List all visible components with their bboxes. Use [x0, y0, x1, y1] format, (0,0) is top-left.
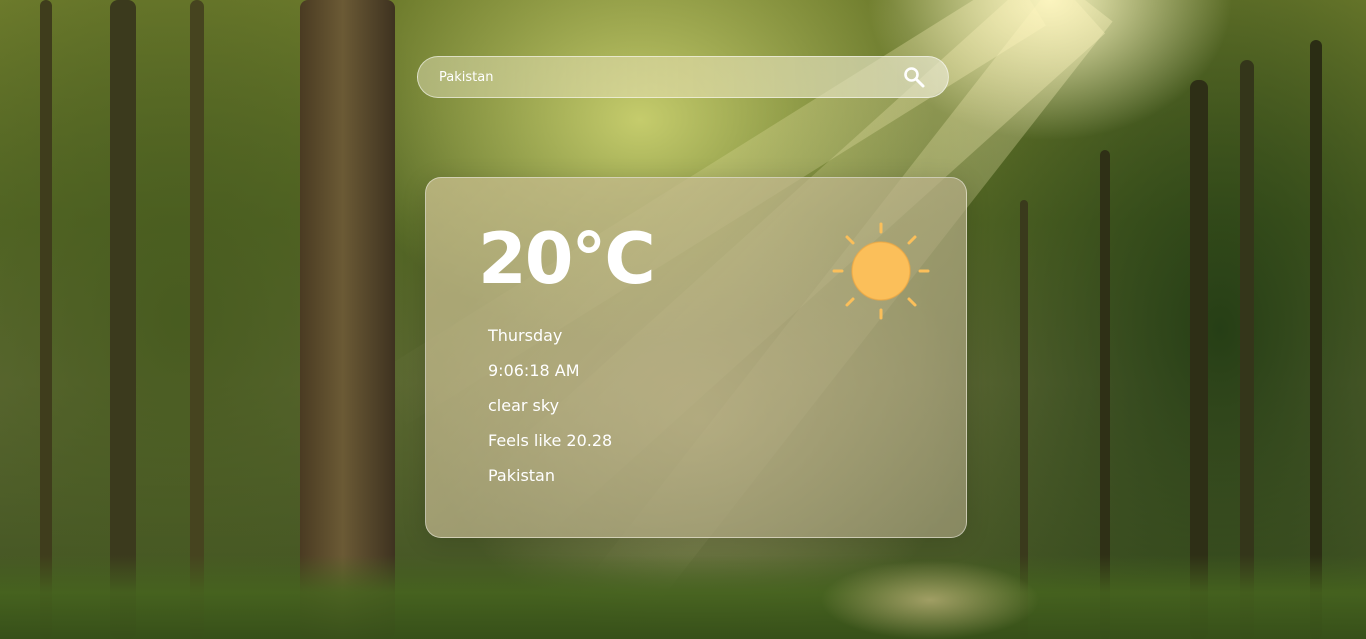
- search-input[interactable]: [418, 57, 894, 97]
- sun-icon: [832, 222, 930, 320]
- tree-trunk: [300, 0, 395, 639]
- time-label: 9:06:18 AM: [488, 361, 580, 380]
- tree-trunk: [40, 0, 52, 639]
- location-label: Pakistan: [488, 466, 555, 485]
- tree-trunk: [1310, 40, 1322, 639]
- search-bar: [417, 56, 949, 98]
- forest-floor: [0, 555, 1366, 639]
- tree-trunk: [190, 0, 204, 639]
- day-label: Thursday: [488, 326, 563, 345]
- tree-trunk: [1240, 60, 1254, 639]
- weather-description: clear sky: [488, 396, 560, 415]
- weather-card: 20°C Thursday 9:06:18 AM clear sky Feels…: [425, 177, 967, 538]
- search-icon: [904, 67, 925, 88]
- feels-like-label: Feels like 20.28: [488, 431, 613, 450]
- tree-trunk: [110, 0, 136, 639]
- search-button[interactable]: [894, 57, 934, 97]
- forest-path: [820, 560, 1040, 639]
- temperature: 20°C: [478, 218, 656, 300]
- weather-details: Thursday 9:06:18 AM clear sky Feels like…: [488, 322, 612, 497]
